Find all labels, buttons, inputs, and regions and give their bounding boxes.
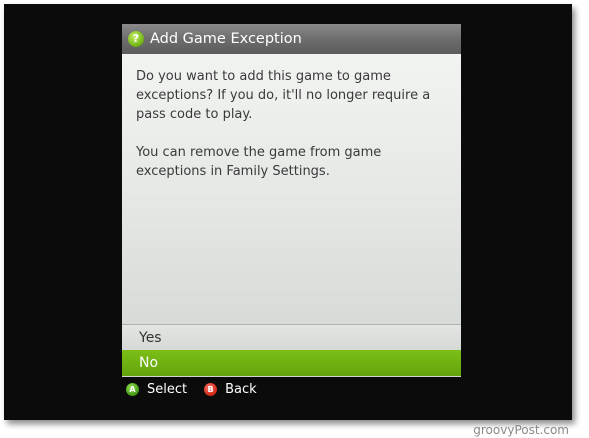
help-icon: ?: [128, 31, 144, 47]
controller-legend: A Select B Back: [122, 380, 257, 398]
b-button-icon: B: [204, 382, 218, 396]
dialog-message: Do you want to add this game to game exc…: [136, 67, 454, 200]
screen-frame: ? Add Game Exception Do you want to add …: [4, 4, 572, 420]
message-paragraph-1: Do you want to add this game to game exc…: [136, 69, 431, 122]
add-game-exception-dialog: ? Add Game Exception Do you want to add …: [122, 24, 461, 377]
select-label: Select: [147, 381, 188, 397]
watermark: groovyPost.com: [473, 423, 569, 437]
dialog-title: Add Game Exception: [150, 31, 302, 47]
a-button-icon: A: [126, 382, 139, 396]
option-list: Yes No: [122, 324, 461, 376]
option-yes[interactable]: Yes: [122, 324, 461, 350]
back-label: Back: [225, 381, 257, 397]
message-paragraph-2: You can remove the game from game except…: [136, 145, 382, 179]
option-no[interactable]: No: [122, 350, 461, 376]
dialog-title-bar: ? Add Game Exception: [122, 24, 461, 54]
